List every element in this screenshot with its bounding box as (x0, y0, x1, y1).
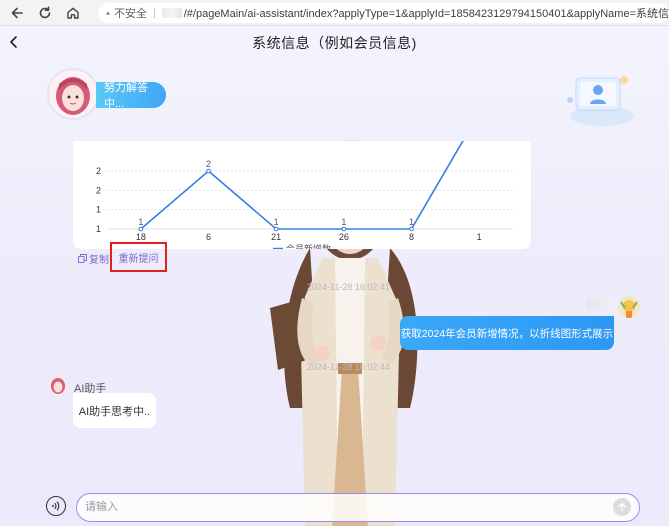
reload-icon (39, 5, 51, 18)
arrow-left-icon (11, 7, 23, 18)
data-label: 1 (409, 217, 414, 227)
x-tick-label: 1 (477, 232, 482, 242)
x-tick-label: 21 (271, 232, 281, 242)
x-tick-label: 26 (339, 232, 349, 242)
assistant-avatar (47, 68, 99, 120)
regenerate-button[interactable]: 重新提问 (110, 242, 167, 272)
y-tick-label: 1 (96, 224, 101, 234)
chevron-left-icon (10, 36, 17, 48)
message-input-container (76, 493, 640, 522)
copy-button[interactable]: 复制 (78, 251, 109, 266)
data-label: 1 (274, 217, 279, 227)
ai-reply-text: AI助手思考中.. (78, 405, 151, 418)
ai-assistant-page: 系统信息（例如会员信息) 努力解答中... 1 1 2 2 18 6 21 26… (0, 26, 669, 526)
data-point (341, 226, 347, 232)
data-label: 1 (138, 217, 143, 227)
ai-avatar-small (49, 376, 67, 394)
member-growth-line-chart: 112218 6 21 26 8 1121 1 1会员新增数 (96, 141, 513, 249)
timestamp-2: 2024-11-28 16:02:44 (307, 362, 390, 372)
user-avatar (618, 296, 640, 318)
browser-back-button[interactable] (6, 2, 28, 24)
browser-toolbar: 不安全 | /#/pageMain/ai-assistant/index?app… (0, 0, 669, 26)
insecure-label: 不安全 (113, 7, 147, 20)
home-icon (67, 7, 79, 19)
data-point (273, 226, 279, 232)
series-line (140, 141, 464, 230)
user-name-blurred (586, 298, 614, 310)
y-tick-label: 1 (96, 205, 101, 215)
url-text: /#/pageMain/ai-assistant/index?applyType… (183, 7, 669, 20)
data-label: 1 (341, 217, 346, 227)
blurred-host (161, 7, 182, 18)
data-point (409, 226, 414, 232)
voice-input-button[interactable] (46, 496, 66, 516)
timestamp-1: 2024-11-28 16:02:41 (307, 282, 390, 292)
data-point (138, 226, 144, 232)
browser-reload-button[interactable] (34, 2, 56, 24)
back-button[interactable] (6, 34, 22, 50)
address-bar[interactable]: 不安全 | /#/pageMain/ai-assistant/index?app… (98, 2, 669, 23)
user-message-bubble: 获取2024年会员新增情况，以折线图形式展示 (400, 316, 614, 350)
chart-card: 1 1 2 2 18 6 21 26 8 1 1 2 1 1 1 会员新增数 (73, 141, 531, 249)
x-tick-label: 8 (409, 232, 414, 242)
regenerate-label: 重新提问 (118, 253, 159, 265)
user-message-text: 获取2024年会员新增情况，以折线图形式展示 (400, 327, 614, 340)
user-avatar-icon (618, 296, 640, 318)
assistant-face-icon (49, 70, 97, 118)
page-title: 系统信息（例如会员信息) (252, 35, 417, 51)
arrow-up-icon (618, 502, 626, 512)
voice-icon (52, 501, 60, 511)
copy-label: 复制 (89, 255, 109, 266)
y-tick-label: 2 (96, 166, 101, 176)
data-point (206, 168, 211, 174)
browser-home-button[interactable] (62, 2, 84, 24)
x-tick-label: 6 (206, 232, 211, 242)
ai-reply-bubble: AI助手思考中.. (73, 393, 156, 428)
x-tick-label: 18 (136, 232, 146, 242)
data-label: 2 (206, 159, 211, 169)
copy-icon (78, 254, 87, 263)
assistant-status-badge: 努力解答中... (96, 82, 166, 110)
legend-label: 会员新增数 (286, 243, 331, 249)
robot-illustration (567, 76, 634, 126)
y-tick-label: 2 (96, 185, 101, 195)
send-button[interactable] (613, 498, 631, 516)
message-input[interactable] (77, 494, 597, 520)
warning-icon (106, 10, 110, 14)
assistant-face-icon (51, 378, 65, 394)
address-separator: | (152, 6, 156, 19)
page-header: 系统信息（例如会员信息) (0, 26, 669, 60)
